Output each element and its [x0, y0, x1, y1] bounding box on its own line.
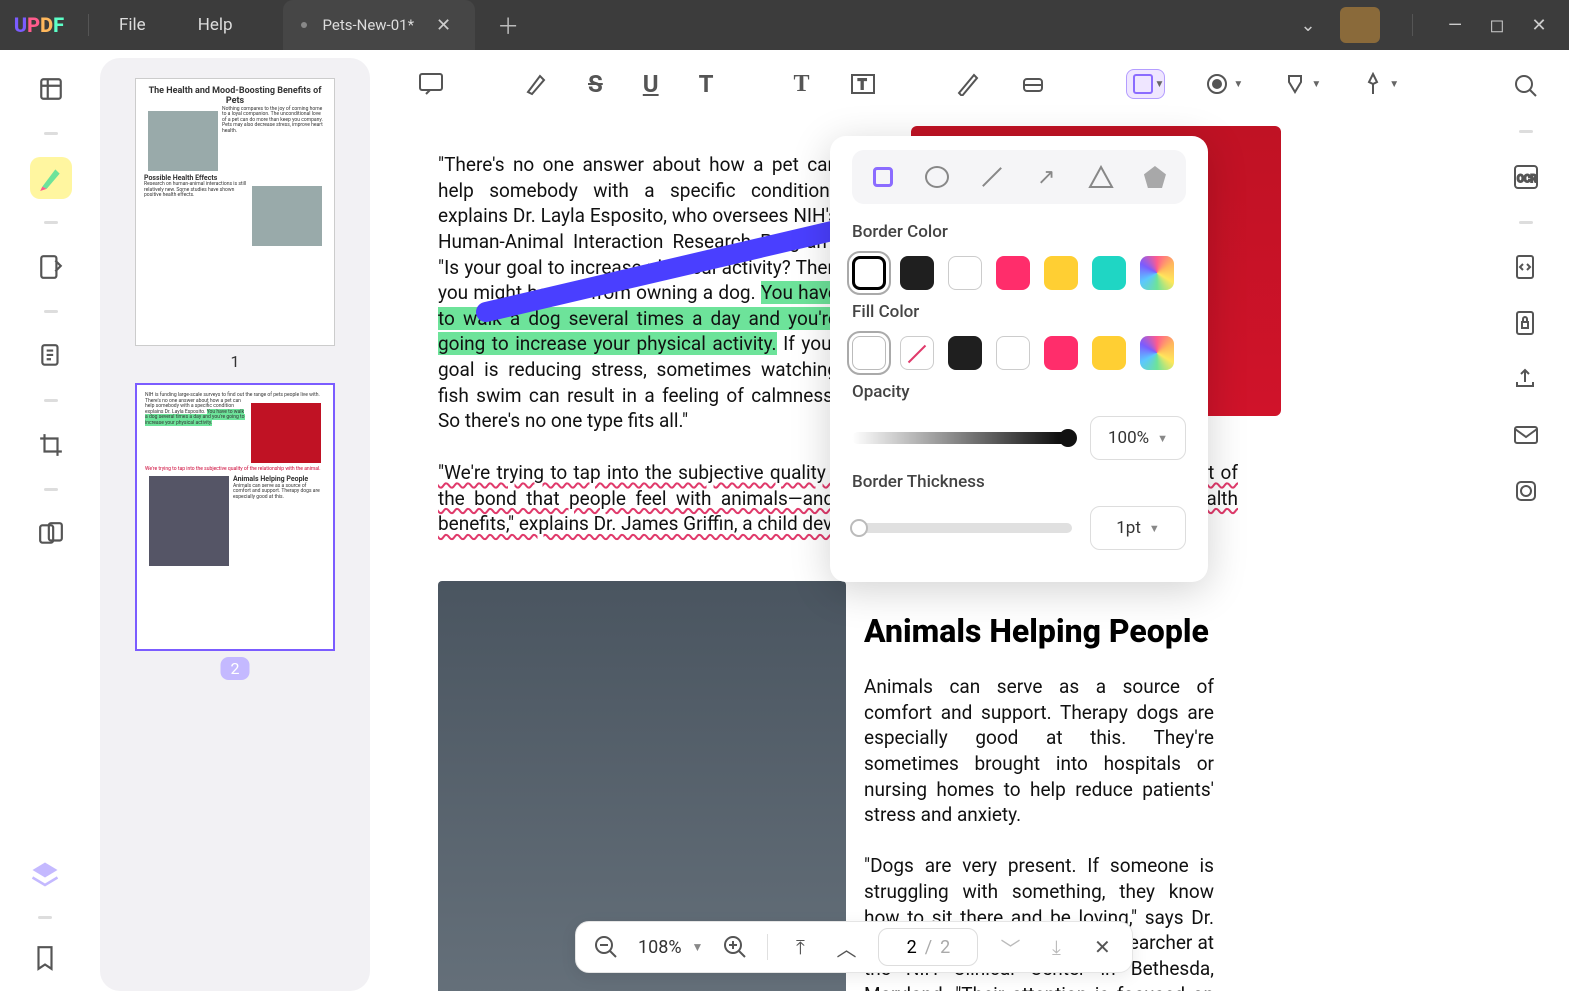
thumbnails-button[interactable]: [30, 68, 72, 110]
border-color-pink[interactable]: [996, 256, 1030, 290]
menu-file[interactable]: File: [119, 15, 146, 35]
svg-text:OCR: OCR: [1517, 174, 1537, 185]
menu-help[interactable]: Help: [198, 15, 233, 35]
right-toolbar: OCR: [1501, 58, 1551, 504]
zoom-out-button[interactable]: [592, 933, 620, 961]
thumb-num-1: 1: [135, 352, 335, 371]
shape-arrow[interactable]: ↗: [1029, 160, 1063, 194]
titlebar: UPDF File Help Pets-New-01* ✕ ＋ ⌄ — ◻ ✕: [0, 0, 1569, 50]
first-page-button[interactable]: ⤒: [786, 933, 814, 961]
fill-color-black[interactable]: [948, 336, 982, 370]
email-button[interactable]: [1513, 422, 1539, 448]
protect-button[interactable]: [1513, 310, 1539, 336]
highlight-tool[interactable]: [524, 69, 548, 99]
section-heading: Animals Helping People: [864, 612, 1209, 650]
view-controls: 108%▼ ⤒ ︿ 2/2 ﹀ ⤓ ✕: [575, 921, 1133, 973]
left-toolbar: [18, 58, 83, 565]
border-color-white[interactable]: [948, 256, 982, 290]
shape-picker: ↗: [852, 150, 1186, 204]
thumb-num-2: 2: [221, 657, 250, 680]
thickness-slider[interactable]: [852, 523, 1072, 533]
border-color-label: Border Color: [852, 222, 1186, 242]
squiggly-tool[interactable]: T: [699, 69, 714, 99]
share-button[interactable]: [1513, 366, 1539, 392]
shape-line[interactable]: [975, 160, 1009, 194]
fill-color-swatches: [852, 336, 1186, 370]
fill-color-yellow[interactable]: [1092, 336, 1126, 370]
shape-oval[interactable]: [920, 160, 954, 194]
convert-button[interactable]: [1513, 254, 1539, 280]
tab-close-icon[interactable]: ✕: [430, 15, 457, 36]
search-button[interactable]: [1512, 72, 1540, 100]
maximize-button[interactable]: ◻: [1487, 15, 1507, 36]
border-color-black[interactable]: [852, 256, 886, 290]
fill-color-label: Fill Color: [852, 302, 1186, 322]
compare-button[interactable]: [30, 513, 72, 555]
border-color-custom[interactable]: [1140, 256, 1174, 290]
minimize-button[interactable]: —: [1445, 15, 1465, 36]
annotation-toolbar: S U T T T ▼ ▼ ▼ ▼: [388, 58, 1269, 110]
stamp-tool[interactable]: ▼: [1205, 69, 1243, 99]
app-logo: UPDF: [0, 13, 78, 37]
sticker-tool[interactable]: ▼: [1283, 69, 1321, 99]
zoom-in-button[interactable]: [721, 933, 749, 961]
shape-rectangle[interactable]: [866, 160, 900, 194]
fill-color-none[interactable]: [900, 336, 934, 370]
layers-button[interactable]: [30, 860, 60, 890]
eraser-tool[interactable]: [1020, 69, 1046, 99]
paragraph-1: "There's no one answer about how a pet c…: [438, 152, 838, 434]
border-color-swatches: [852, 256, 1186, 290]
pages-button[interactable]: [30, 335, 72, 377]
thickness-label: Border Thickness: [852, 472, 1186, 492]
pencil-tool[interactable]: [956, 69, 980, 99]
zoom-select[interactable]: 108%▼: [638, 937, 703, 958]
tab-modified-icon: [301, 22, 307, 28]
menu-bar: File Help: [99, 15, 253, 35]
ocr-button[interactable]: OCR: [1512, 163, 1540, 191]
crop-button[interactable]: [30, 424, 72, 466]
opacity-label: Opacity: [852, 382, 1186, 402]
opacity-slider[interactable]: [852, 432, 1072, 444]
fill-color-pink[interactable]: [1044, 336, 1078, 370]
thickness-value[interactable]: 1pt▼: [1090, 506, 1186, 550]
shapes-tool[interactable]: ▼: [1126, 69, 1166, 99]
shape-polygon[interactable]: [1138, 160, 1172, 194]
comment-tool[interactable]: [418, 69, 444, 99]
rectangle-icon: [1133, 74, 1153, 94]
next-page-button[interactable]: ﹀: [996, 933, 1024, 961]
opacity-value[interactable]: 100%▼: [1090, 416, 1186, 460]
thumbnail-page-1[interactable]: The Health and Mood-Boosting Benefits of…: [135, 78, 335, 371]
shapes-popover: ↗ Border Color Fill Color Opacity 100%▼ …: [830, 136, 1208, 582]
chevron-down-icon[interactable]: ⌄: [1298, 15, 1318, 36]
user-avatar[interactable]: [1340, 7, 1380, 43]
tab-title: Pets-New-01*: [323, 16, 415, 34]
border-color-teal[interactable]: [1092, 256, 1126, 290]
fill-color-none-outline[interactable]: [852, 336, 886, 370]
edit-button[interactable]: [30, 246, 72, 288]
thumbnail-panel: The Health and Mood-Boosting Benefits of…: [100, 58, 370, 991]
textbox-tool[interactable]: T: [850, 69, 876, 99]
strikethrough-tool[interactable]: S: [588, 69, 603, 99]
bookmark-button[interactable]: [32, 945, 58, 971]
print-button[interactable]: [1513, 478, 1539, 504]
underline-tool[interactable]: U: [643, 69, 659, 99]
border-color-yellow[interactable]: [1044, 256, 1078, 290]
fill-color-custom[interactable]: [1140, 336, 1174, 370]
fill-color-white[interactable]: [996, 336, 1030, 370]
prev-page-button[interactable]: ︿: [832, 933, 860, 961]
shape-triangle[interactable]: [1084, 160, 1118, 194]
text-tool[interactable]: T: [793, 69, 809, 99]
close-controls-button[interactable]: ✕: [1088, 933, 1116, 961]
page-input[interactable]: 2/2: [878, 928, 978, 966]
document-tab[interactable]: Pets-New-01* ✕: [283, 0, 476, 50]
close-button[interactable]: ✕: [1529, 15, 1549, 36]
border-color-dark[interactable]: [900, 256, 934, 290]
last-page-button[interactable]: ⤓: [1042, 933, 1070, 961]
svg-text:T: T: [858, 77, 867, 93]
signature-tool[interactable]: ▼: [1361, 69, 1399, 99]
new-tab-button[interactable]: ＋: [497, 9, 519, 41]
thumbnail-page-2[interactable]: NIH is funding large-scale surveys to fi…: [135, 383, 335, 680]
annotate-button[interactable]: [30, 157, 72, 199]
